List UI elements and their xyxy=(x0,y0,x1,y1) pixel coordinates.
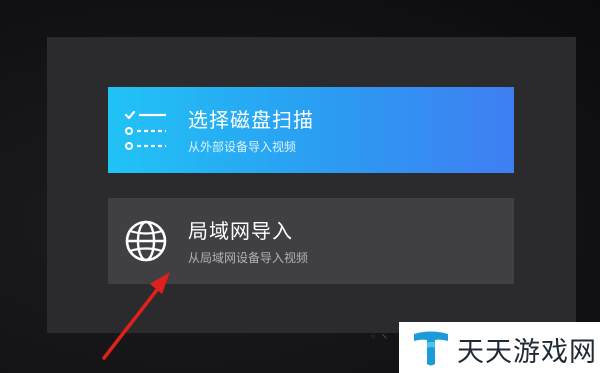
option-subtitle: 从外部设备导入视频 xyxy=(188,140,297,154)
option-subtitle: 从局域网设备导入视频 xyxy=(188,251,309,265)
select-disk-scan-button[interactable]: 选择磁盘扫描 从外部设备导入视频 xyxy=(108,87,514,173)
watermark-text: 天天游戏网 xyxy=(457,337,597,368)
option-title: 选择磁盘扫描 xyxy=(188,108,314,132)
globe-icon xyxy=(125,220,167,262)
import-dialog: 选择磁盘扫描 从外部设备导入视频 局域网导入 从局域网设备导入视频 xyxy=(47,37,576,333)
disk-scan-list-icon xyxy=(124,110,166,150)
app-window: 选择磁盘扫描 从外部设备导入视频 局域网导入 从局域网设备导入视频 ◦ ヽ 天天… xyxy=(0,0,600,373)
letter-t-logo-icon xyxy=(414,331,448,366)
lan-import-button[interactable]: 局域网导入 从局域网设备导入视频 xyxy=(108,198,514,284)
partial-text-fragment: ◦ ヽ xyxy=(370,332,390,343)
watermark-badge: 天天游戏网 xyxy=(399,322,600,373)
option-title: 局域网导入 xyxy=(188,219,293,243)
